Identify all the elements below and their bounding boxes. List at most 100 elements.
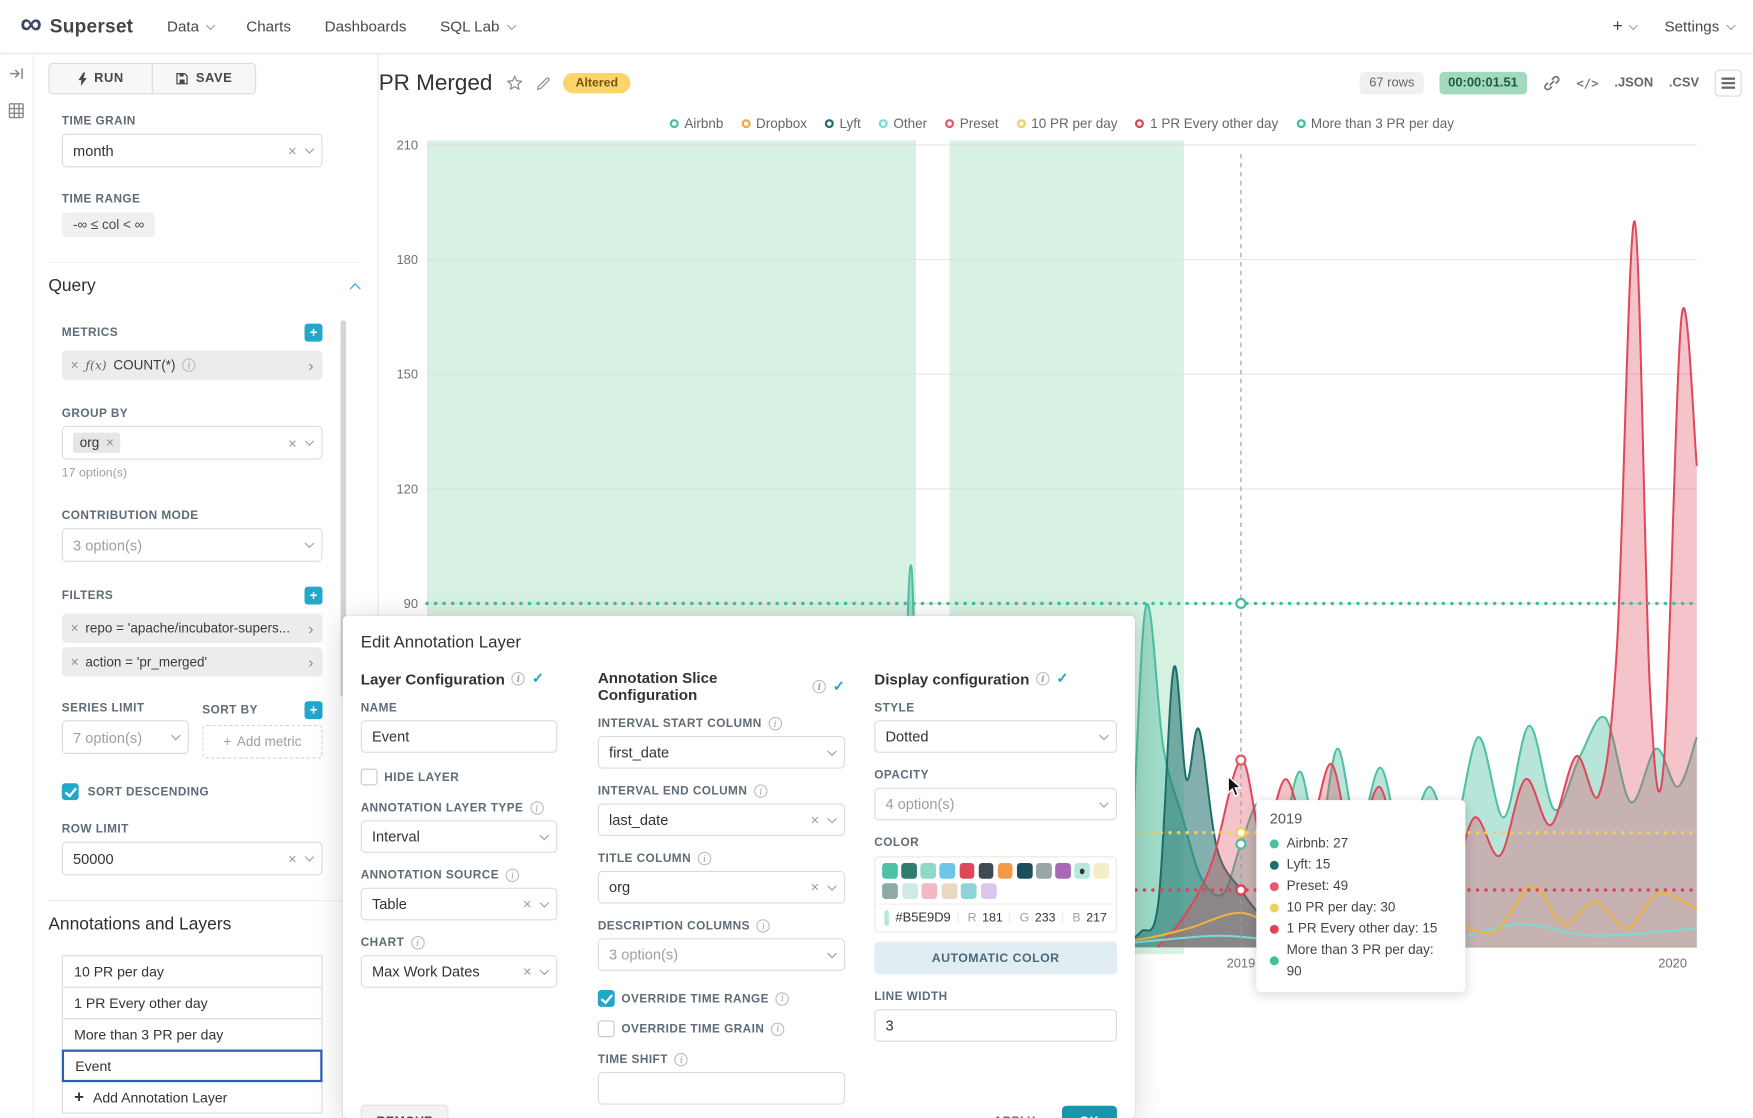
altered-badge[interactable]: Altered — [563, 73, 630, 93]
legend-item[interactable]: Airbnb — [670, 116, 724, 132]
sort-descending-checkbox[interactable] — [62, 783, 79, 800]
override-time-range-checkbox[interactable] — [598, 990, 615, 1007]
info-icon[interactable]: i — [675, 1053, 688, 1066]
interval-end-select[interactable]: last_date × — [598, 803, 845, 836]
legend-item[interactable]: 1 PR Every other day — [1135, 116, 1278, 132]
add-sort-metric-button[interactable]: + — [305, 701, 323, 719]
annotation-layer-item[interactable]: 1 PR Every other day — [62, 987, 323, 1020]
remove-button[interactable]: REMOVE — [361, 1105, 449, 1118]
color-swatch[interactable] — [1055, 863, 1070, 879]
remove-filter-icon[interactable]: × — [71, 654, 79, 670]
description-columns-select[interactable]: 3 option(s) — [598, 938, 845, 971]
color-swatch[interactable] — [961, 883, 977, 899]
info-icon[interactable]: i — [757, 919, 770, 932]
favorite-star-icon[interactable] — [506, 74, 524, 92]
legend-item[interactable]: Preset — [945, 116, 999, 132]
automatic-color-button[interactable]: AUTOMATIC COLOR — [874, 942, 1117, 975]
info-icon[interactable]: i — [1036, 672, 1049, 685]
add-filter-button[interactable]: + — [305, 587, 323, 605]
clear-icon[interactable]: × — [523, 897, 532, 912]
clear-icon[interactable]: × — [288, 851, 297, 866]
interval-start-select[interactable]: first_date — [598, 736, 845, 769]
settings-menu[interactable]: Settings — [1664, 18, 1732, 35]
info-icon[interactable]: i — [506, 869, 519, 882]
filter-chip[interactable]: ×action = 'pr_merged'› — [62, 647, 323, 676]
hide-layer-checkbox[interactable] — [361, 769, 378, 786]
superset-logo[interactable]: ∞ Superset — [20, 13, 133, 39]
color-swatch[interactable] — [882, 883, 898, 899]
color-swatch[interactable] — [1017, 863, 1032, 879]
color-swatch[interactable] — [940, 863, 955, 879]
export-json-button[interactable]: .JSON — [1614, 76, 1653, 89]
title-column-select[interactable]: org × — [598, 871, 845, 904]
color-swatch[interactable] — [1036, 863, 1051, 879]
info-icon[interactable]: i — [530, 801, 543, 814]
color-swatch[interactable] — [902, 883, 918, 899]
save-button[interactable]: SAVE — [152, 64, 255, 93]
legend-item[interactable]: 10 PR per day — [1017, 116, 1118, 132]
add-metric-button[interactable]: + — [305, 324, 323, 342]
color-swatch[interactable] — [901, 863, 916, 879]
color-swatch[interactable] — [882, 863, 897, 879]
color-swatch[interactable] — [1075, 863, 1090, 879]
legend-item[interactable]: Lyft — [825, 116, 861, 132]
info-icon[interactable]: i — [768, 717, 781, 730]
style-select[interactable]: Dotted — [874, 720, 1117, 753]
group-by-chip[interactable]: org × — [73, 433, 121, 453]
red-value[interactable]: 181 — [982, 911, 1003, 924]
annotation-layer-item[interactable]: 10 PR per day — [62, 955, 323, 988]
annotation-layer-item[interactable]: Event — [62, 1050, 323, 1083]
row-limit-select[interactable]: 50000 × — [62, 842, 323, 876]
color-swatch[interactable] — [978, 863, 993, 879]
chart-menu-button[interactable] — [1715, 70, 1742, 97]
group-by-select[interactable]: org × × — [62, 426, 323, 460]
clear-icon[interactable]: × — [811, 880, 820, 895]
nav-item-sql-lab[interactable]: SQL Lab — [440, 18, 513, 35]
annotation-layer-type-select[interactable]: Interval — [361, 820, 558, 853]
export-csv-button[interactable]: .CSV — [1669, 76, 1699, 89]
legend-item[interactable]: Other — [879, 116, 927, 132]
nav-item-charts[interactable]: Charts — [246, 18, 291, 35]
collapse-datapanel-icon[interactable] — [8, 65, 25, 87]
opacity-select[interactable]: 4 option(s) — [874, 788, 1117, 821]
remove-metric-icon[interactable]: × — [71, 357, 79, 373]
clear-icon[interactable]: × — [288, 435, 297, 450]
metric-chip[interactable]: × ƒ(x) COUNT(*) i › — [62, 351, 323, 380]
dataset-table-icon[interactable] — [8, 102, 25, 124]
color-swatch[interactable] — [998, 863, 1013, 879]
legend-item[interactable]: Dropbox — [741, 116, 807, 132]
info-icon[interactable]: i — [771, 1022, 784, 1035]
remove-filter-icon[interactable]: × — [71, 620, 79, 636]
time-shift-input[interactable] — [598, 1072, 845, 1105]
clear-icon[interactable]: × — [523, 964, 532, 979]
edit-title-icon[interactable] — [535, 75, 552, 92]
info-icon[interactable]: i — [754, 784, 767, 797]
view-query-icon[interactable]: </> — [1576, 76, 1598, 91]
info-icon[interactable]: i — [182, 358, 195, 371]
info-icon[interactable]: i — [698, 852, 711, 865]
clear-icon[interactable]: × — [811, 812, 820, 827]
annotation-layer-item[interactable]: More than 3 PR per day — [62, 1018, 323, 1051]
legend-item[interactable]: More than 3 PR per day — [1296, 116, 1454, 132]
color-swatch[interactable] — [980, 883, 996, 899]
nav-item-data[interactable]: Data — [167, 18, 213, 35]
time-grain-select[interactable]: month × — [62, 134, 323, 168]
chart-select[interactable]: Max Work Dates × — [361, 955, 558, 988]
green-value[interactable]: 233 — [1035, 911, 1056, 924]
ok-button[interactable]: OK — [1062, 1106, 1117, 1118]
info-icon[interactable]: i — [411, 936, 424, 949]
clear-icon[interactable]: × — [288, 143, 297, 158]
name-input[interactable]: Event — [361, 720, 558, 753]
time-range-value[interactable]: -∞ ≤ col < ∞ — [62, 212, 156, 237]
nav-item-dashboards[interactable]: Dashboards — [325, 18, 407, 35]
add-new-button[interactable]: + — [1612, 16, 1635, 36]
color-swatch[interactable] — [959, 863, 974, 879]
info-icon[interactable]: i — [776, 992, 789, 1005]
color-swatch[interactable] — [1094, 863, 1109, 879]
series-limit-select[interactable]: 7 option(s) — [62, 720, 189, 754]
line-width-input[interactable]: 3 — [874, 1009, 1117, 1042]
remove-icon[interactable]: × — [106, 435, 114, 451]
color-swatch[interactable] — [941, 883, 957, 899]
sort-descending-control[interactable]: SORT DESCENDING — [62, 783, 323, 800]
sort-by-dropzone[interactable]: + Add metric — [202, 725, 322, 759]
